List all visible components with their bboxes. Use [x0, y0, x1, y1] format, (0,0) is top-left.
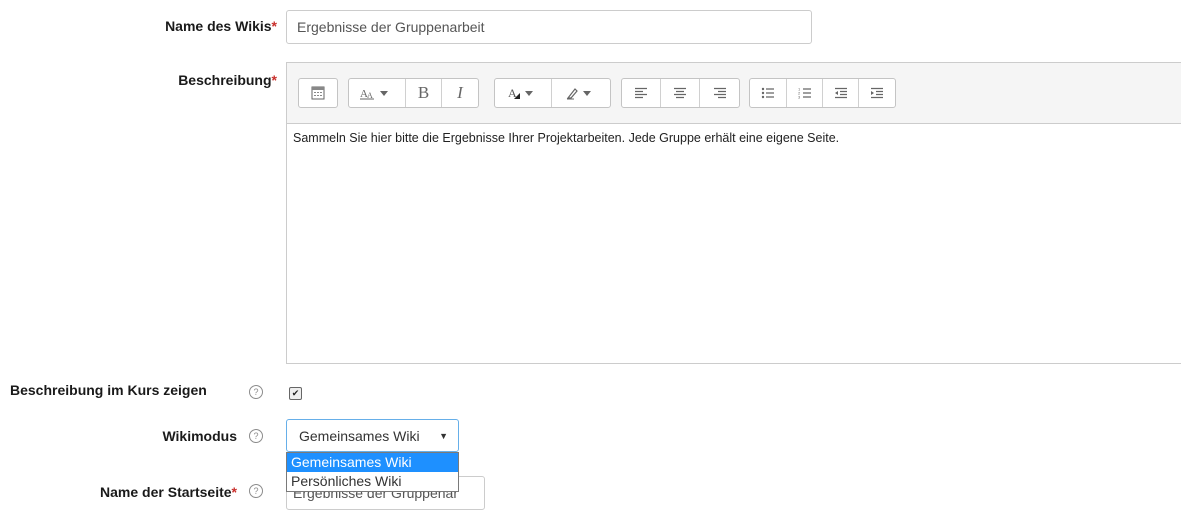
chevron-down-icon: ▼ — [439, 430, 448, 441]
background-color-icon[interactable] — [552, 79, 610, 107]
font-style-icon[interactable]: AA — [349, 79, 406, 107]
dropdown-option-gemeinsames[interactable]: Gemeinsames Wiki — [287, 453, 458, 472]
dropdown-option-persoenliches[interactable]: Persönliches Wiki — [287, 472, 458, 491]
help-icon[interactable]: ? — [249, 484, 263, 498]
wikimode-dropdown: Gemeinsames Wiki Persönliches Wiki — [286, 452, 459, 492]
description-label: Beschreibung* — [178, 72, 277, 88]
svg-text:3: 3 — [798, 95, 801, 100]
text-color-icon[interactable]: A — [495, 79, 552, 107]
toolbar-group-toggle — [298, 78, 338, 108]
help-icon[interactable]: ? — [249, 385, 263, 399]
bold-icon[interactable]: B — [406, 79, 442, 107]
italic-icon[interactable]: I — [442, 79, 478, 107]
start-page-label: Name der Startseite* — [100, 484, 237, 500]
show-description-label: Beschreibung im Kurs zeigen — [10, 382, 207, 398]
numbered-list-icon[interactable]: 123 — [787, 79, 823, 107]
align-left-icon[interactable] — [622, 79, 661, 107]
wiki-name-value: Ergebnisse der Gruppenarbeit — [297, 19, 485, 35]
toolbar-group-align — [621, 78, 740, 108]
indent-icon[interactable] — [859, 79, 895, 107]
show-description-checkbox[interactable]: ✔ — [289, 387, 302, 400]
toolbar-group-format: AA B I — [348, 78, 479, 108]
toolbar-group-lists: 123 — [749, 78, 896, 108]
wikimode-selected-value: Gemeinsames Wiki — [299, 427, 420, 444]
outdent-icon[interactable] — [823, 79, 859, 107]
align-right-icon[interactable] — [700, 79, 739, 107]
align-center-icon[interactable] — [661, 79, 700, 107]
wikimode-select[interactable]: Gemeinsames Wiki ▼ — [286, 419, 459, 452]
help-icon[interactable]: ? — [249, 429, 263, 443]
wiki-name-input[interactable]: Ergebnisse der Gruppenarbeit — [286, 10, 812, 44]
required-marker: * — [231, 484, 237, 500]
bullet-list-icon[interactable] — [750, 79, 787, 107]
editor-toolbar: AA B I A 1 2 3 — [287, 63, 1181, 124]
required-marker: * — [271, 72, 277, 88]
required-marker: * — [271, 18, 277, 34]
editor-content[interactable]: Sammeln Sie hier bitte die Ergebnisse Ih… — [293, 131, 839, 145]
toolbar-toggle-icon[interactable] — [299, 79, 337, 107]
description-editor[interactable]: AA B I A 1 2 3 Sammeln Sie hier bitte di… — [286, 62, 1181, 364]
wiki-name-label: Name des Wikis* — [165, 18, 277, 34]
toolbar-group-color: A — [494, 78, 611, 108]
wikimode-label: Wikimodus — [162, 428, 237, 444]
